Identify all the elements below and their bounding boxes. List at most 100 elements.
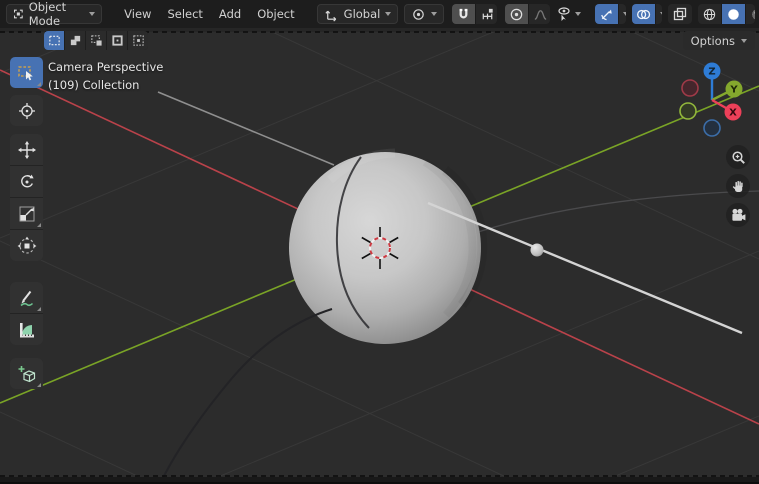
cursor-tool-icon — [17, 101, 37, 121]
zoom-button[interactable] — [726, 145, 750, 169]
selectability-visibility-selector[interactable] — [550, 4, 587, 24]
gizmo-axis-z[interactable]: Z — [704, 63, 721, 80]
chevron-down-icon — [575, 12, 581, 16]
tool-rotate[interactable] — [10, 166, 43, 197]
xray-squares-icon — [672, 6, 688, 22]
shading-solid-icon — [726, 7, 741, 22]
snap-toggle[interactable] — [452, 4, 475, 24]
rotate-icon — [17, 172, 37, 192]
measure-icon — [17, 320, 37, 340]
select-mode-set[interactable] — [44, 31, 64, 50]
collection-label: (109) Collection — [48, 76, 163, 94]
gizmo-axis-x[interactable]: X — [725, 104, 742, 121]
snap-cluster — [452, 4, 497, 24]
proportional-falloff-selector[interactable] — [529, 4, 550, 24]
path-line-far-segment[interactable] — [158, 92, 334, 165]
select-mode-extend[interactable] — [65, 31, 85, 50]
overlays-dropdown[interactable] — [656, 4, 662, 24]
subtool-corner-mark — [37, 307, 41, 311]
tool-measure[interactable] — [10, 314, 43, 345]
gizmos-dropdown[interactable] — [619, 4, 625, 24]
overlays-circles-icon — [636, 7, 651, 22]
pan-hand-icon — [731, 179, 746, 194]
options-label: Options — [691, 34, 735, 48]
select-mode-invert[interactable] — [107, 31, 127, 50]
chevron-down-icon — [385, 12, 391, 16]
tool-cursor[interactable] — [10, 95, 43, 126]
xray-toggle[interactable] — [668, 4, 692, 24]
snap-magnet-icon — [456, 7, 471, 22]
blender-window: Object Mode View Select Add Object Globa… — [0, 0, 759, 484]
uv-sphere[interactable] — [289, 152, 482, 344]
tool-select-box[interactable] — [10, 57, 43, 88]
object-mode-icon — [13, 7, 24, 21]
chevron-down-icon — [660, 12, 662, 16]
shading-wireframe-button[interactable] — [698, 4, 721, 24]
mode-label: Object Mode — [29, 0, 84, 28]
gizmo-axis-neg-z[interactable] — [704, 120, 720, 136]
viewport-info-overlay: Camera Perspective (109) Collection — [48, 58, 163, 94]
gizmo-axis-y[interactable]: Y — [726, 81, 743, 98]
shading-solid-button[interactable] — [722, 4, 745, 24]
tool-transform[interactable] — [10, 230, 43, 261]
menu-object[interactable]: Object — [249, 7, 302, 21]
tool-scale[interactable] — [10, 198, 43, 229]
select-invert-icon — [111, 34, 124, 47]
select-intersect-icon — [132, 34, 145, 47]
gizmo-axis-neg-x[interactable] — [682, 80, 698, 96]
snap-target-selector[interactable] — [476, 4, 497, 24]
toolbar — [10, 57, 43, 389]
add-cube-icon — [17, 364, 37, 384]
snap-increment-icon — [480, 7, 495, 22]
tool-add-cube[interactable] — [10, 358, 43, 389]
mode-selector[interactable]: Object Mode — [6, 4, 102, 24]
overlays-cluster — [632, 4, 662, 24]
svg-text:Z: Z — [708, 67, 715, 78]
chevron-down-icon — [623, 12, 625, 16]
orbit-circle-near-arc[interactable] — [163, 309, 332, 478]
show-overlays-toggle[interactable] — [632, 4, 655, 24]
proportional-editing-toggle[interactable] — [505, 4, 528, 24]
svg-text:X: X — [729, 108, 737, 119]
orbit-circle-far-arc[interactable] — [478, 191, 759, 232]
tool-annotate[interactable] — [10, 282, 43, 313]
select-set-icon — [48, 34, 61, 47]
shading-material-button[interactable] — [746, 4, 755, 24]
subtool-corner-mark — [37, 223, 41, 227]
annotate-pen-icon — [17, 288, 37, 308]
view-name-label: Camera Perspective — [48, 58, 163, 76]
transform-icon — [17, 236, 37, 256]
pan-button[interactable] — [726, 174, 750, 198]
camera-view-button[interactable] — [726, 203, 750, 227]
show-gizmos-toggle[interactable] — [595, 4, 618, 24]
chevron-down-icon — [431, 12, 437, 16]
navigation-gizmo[interactable]: Z Y X — [668, 56, 758, 140]
path-ball[interactable] — [531, 244, 544, 257]
select-mode-subtract[interactable] — [86, 31, 106, 50]
chevron-down-icon — [89, 12, 95, 16]
camera-icon — [730, 208, 746, 223]
move-icon — [17, 140, 37, 160]
svg-text:Y: Y — [729, 85, 738, 96]
gizmo-axis-neg-y[interactable] — [680, 103, 696, 119]
scale-icon — [17, 204, 37, 224]
pivot-point-icon — [411, 7, 426, 22]
shading-wireframe-icon — [702, 7, 717, 22]
orientation-label: Global — [344, 7, 381, 21]
subtool-corner-mark — [37, 82, 41, 86]
falloff-curve-icon — [533, 7, 548, 22]
cursor-eye-icon — [556, 6, 572, 22]
options-dropdown[interactable]: Options — [683, 31, 755, 50]
transform-orientation-selector[interactable]: Global — [317, 4, 399, 24]
proportional-editing-icon — [509, 7, 524, 22]
menu-select[interactable]: Select — [159, 7, 210, 21]
menu-add[interactable]: Add — [211, 7, 249, 21]
select-mode-intersect[interactable] — [128, 31, 148, 50]
shading-mode-group — [698, 4, 755, 24]
select-extend-icon — [69, 34, 82, 47]
pivot-point-selector[interactable] — [404, 4, 444, 24]
select-subtract-icon — [90, 34, 103, 47]
select-box-icon — [17, 63, 37, 83]
menu-view[interactable]: View — [116, 7, 159, 21]
tool-move[interactable] — [10, 134, 43, 165]
